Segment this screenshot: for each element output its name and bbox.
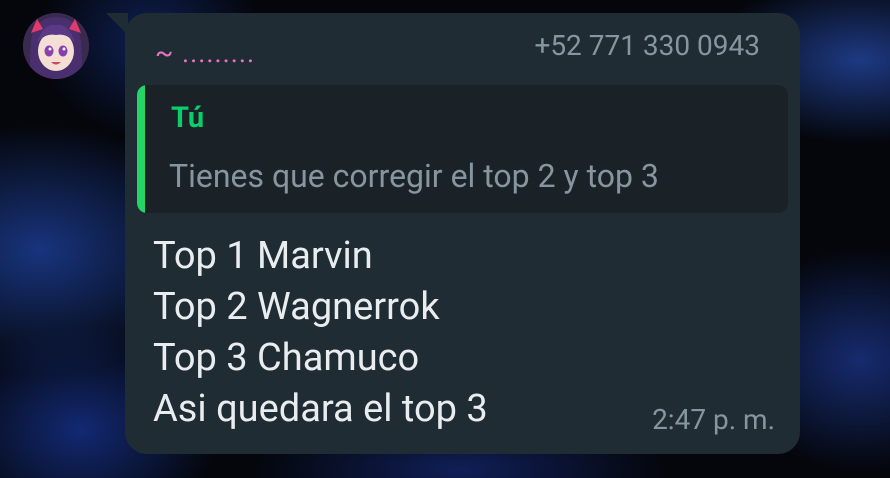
- message-body: Top 1 Marvin Top 2 Wagnerrok Top 3 Chamu…: [153, 231, 488, 435]
- quote-accent-bar: [137, 85, 145, 213]
- message-timestamp: 2:47 p. m.: [652, 403, 775, 436]
- message-line: Top 1 Marvin: [153, 234, 373, 278]
- message-line: Asi quedara el top 3: [153, 387, 488, 431]
- sender-phone: +52 771 330 0943: [534, 29, 760, 62]
- message-bubble[interactable]: ~ ......... +52 771 330 0943 Tú Tienes q…: [125, 13, 800, 454]
- quoted-author: Tú: [171, 101, 205, 135]
- sender-name[interactable]: ~ .........: [155, 37, 255, 69]
- message-line: Top 2 Wagnerrok: [153, 285, 440, 329]
- avatar-image: [23, 13, 89, 79]
- message-line: Top 3 Chamuco: [153, 336, 420, 380]
- sender-avatar[interactable]: [23, 13, 89, 79]
- quoted-message[interactable]: Tú Tienes que corregir el top 2 y top 3: [137, 85, 788, 213]
- quoted-text: Tienes que corregir el top 2 y top 3: [169, 157, 659, 195]
